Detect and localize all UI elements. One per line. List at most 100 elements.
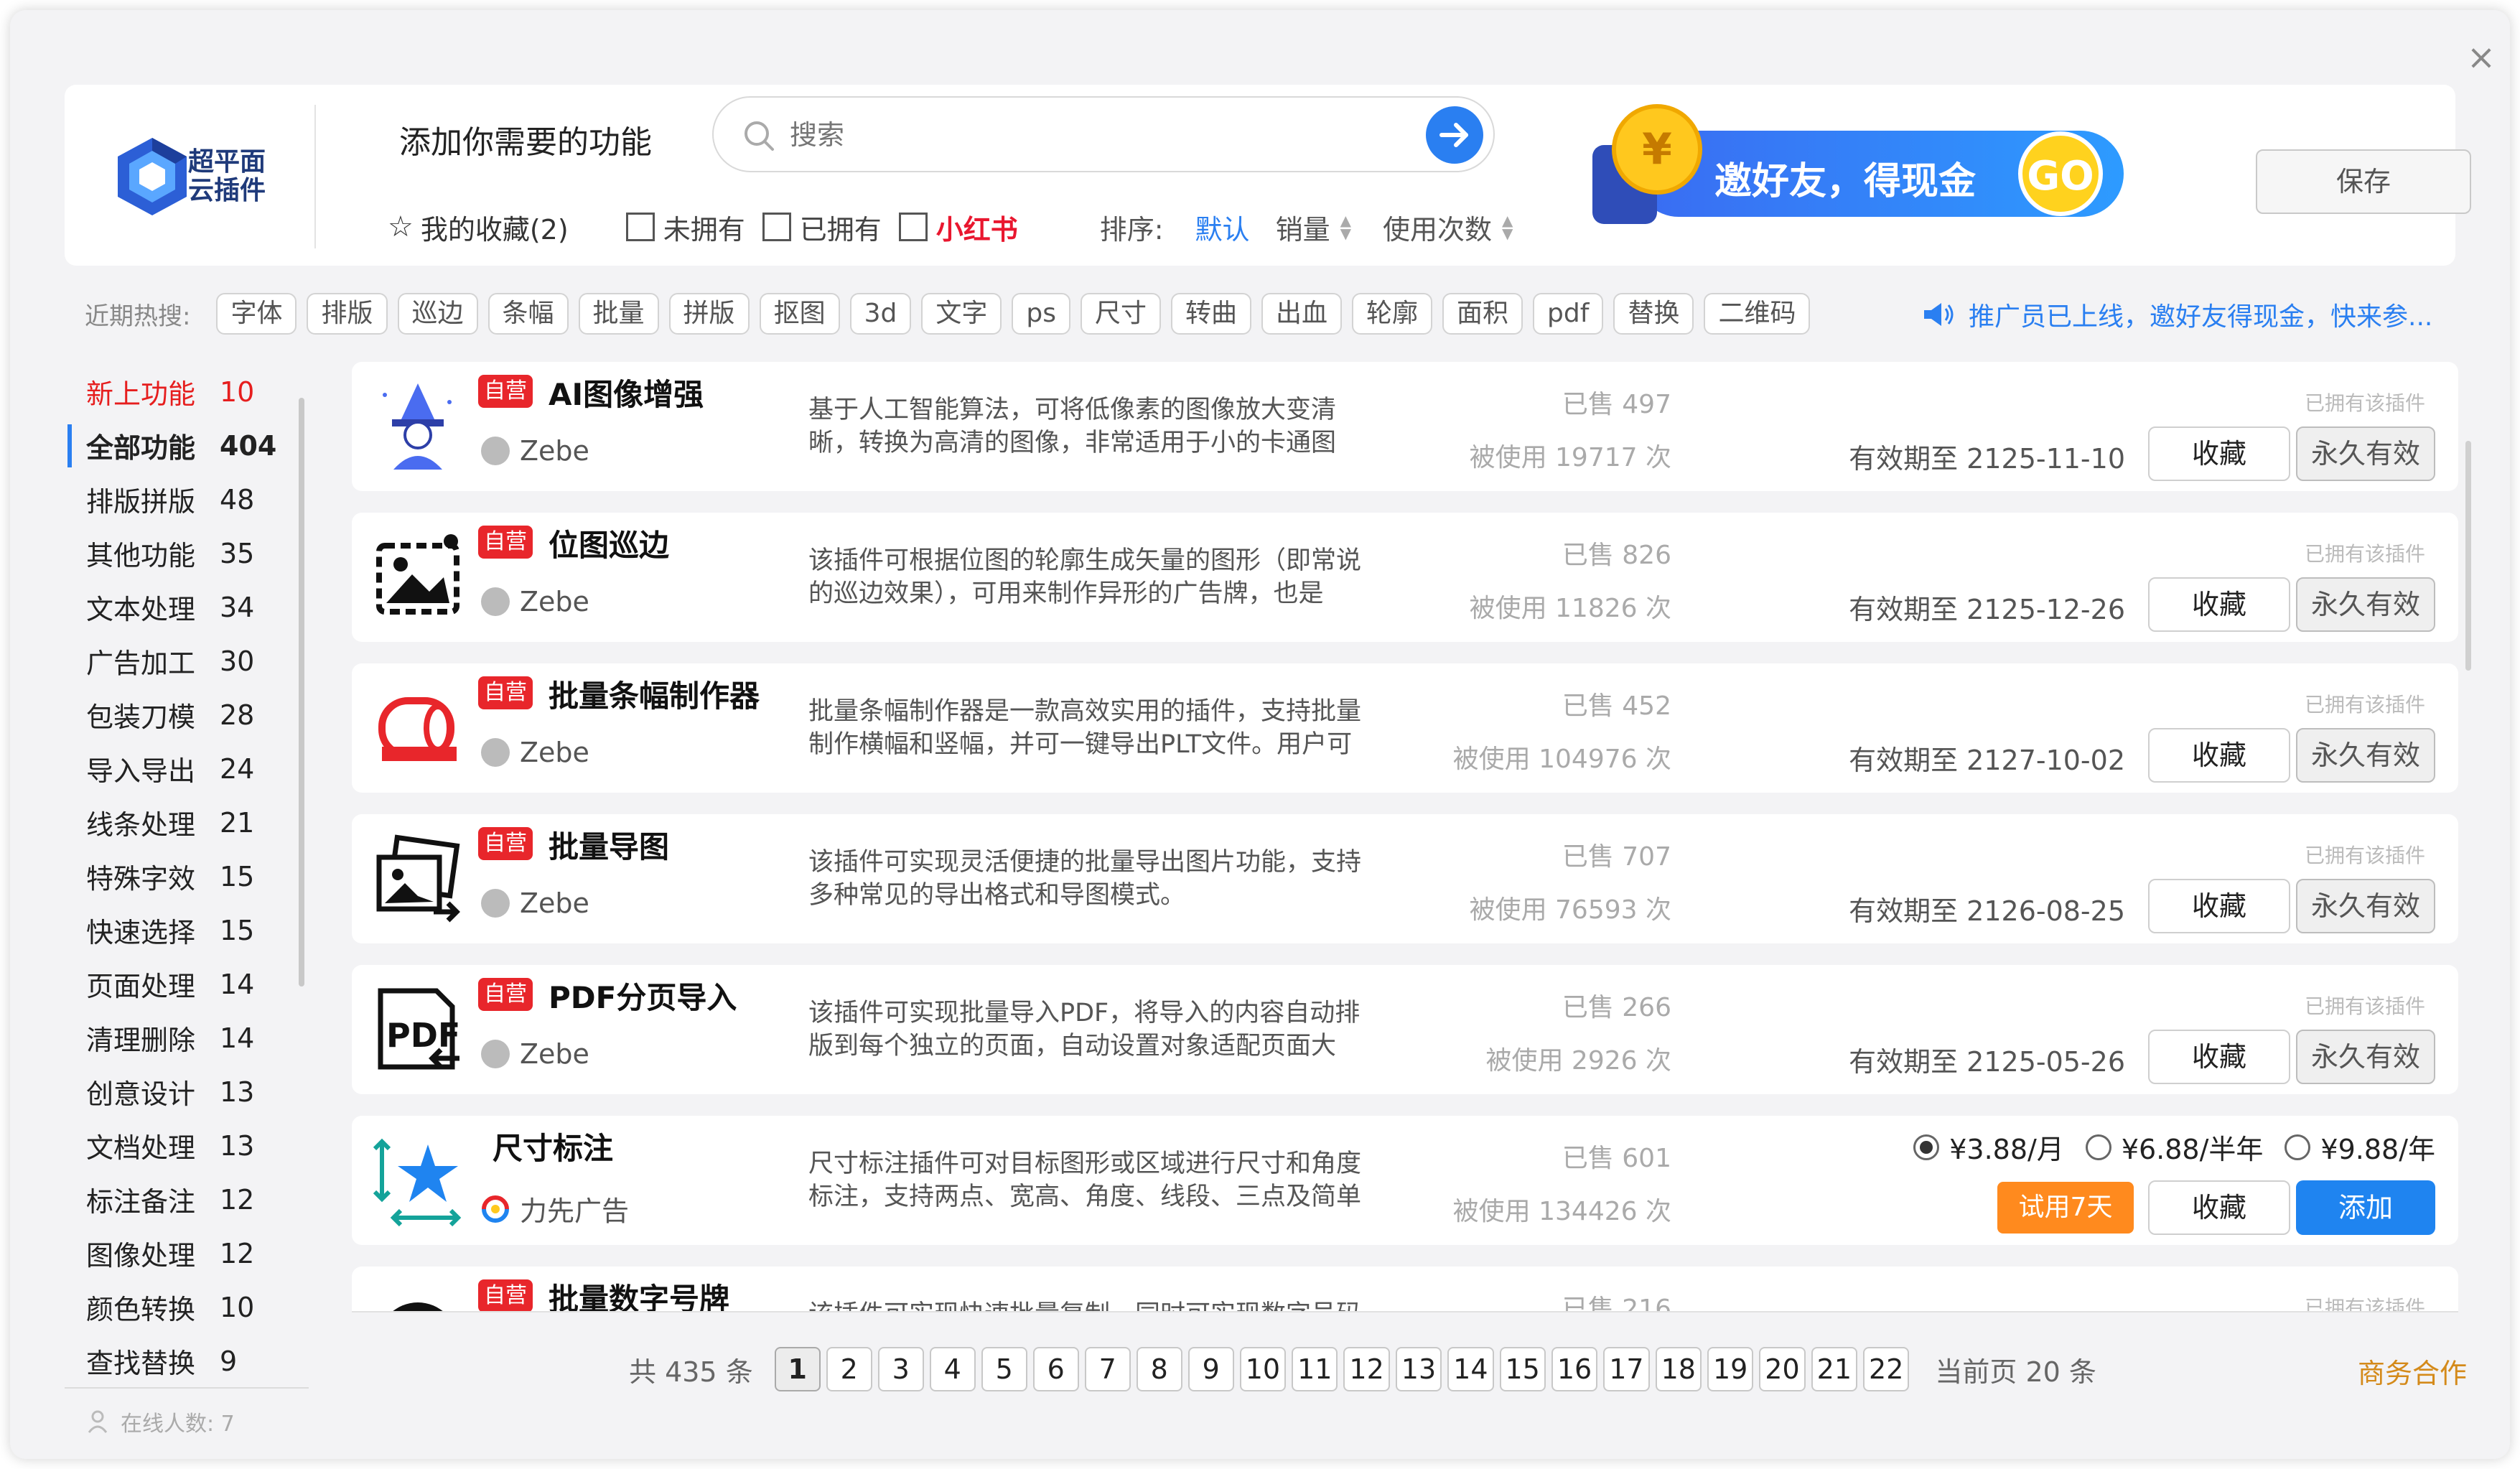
plugin-card[interactable]: 自营 位图巡边 Zebe 该插件可根据位图的轮廓生成矢量的图形（即常说的巡边效果…: [352, 513, 2458, 642]
invite-banner[interactable]: ¥ 邀好友，得现金 GO: [1578, 102, 2138, 238]
sort-default[interactable]: 默认: [1195, 207, 1250, 247]
hot-tag[interactable]: 字体: [216, 293, 297, 335]
price-option-year[interactable]: ¥9.88/年: [2285, 1127, 2435, 1167]
sidebar-item-cleanup[interactable]: 清理删除 14: [67, 1011, 312, 1065]
sidebar-item-annotation[interactable]: 标注备注 12: [67, 1172, 312, 1226]
page-button[interactable]: 21: [1811, 1347, 1858, 1391]
page-button[interactable]: 11: [1292, 1347, 1338, 1391]
favorite-button[interactable]: 收藏: [2148, 577, 2290, 632]
business-cooperation-link[interactable]: 商务合作: [2358, 1351, 2467, 1391]
page-button[interactable]: 19: [1707, 1347, 1754, 1391]
sidebar-scrollbar[interactable]: [299, 398, 304, 987]
page-button[interactable]: 8: [1136, 1347, 1182, 1391]
permanent-button[interactable]: 永久有效: [2296, 1030, 2435, 1084]
filter-xhs[interactable]: 小红书: [898, 207, 1083, 247]
search-box[interactable]: [712, 96, 1495, 172]
plugin-card[interactable]: 自营 批量条幅制作器 Zebe 批量条幅制作器是一款高效实用的插件，支持批量制作…: [352, 663, 2458, 793]
page-button[interactable]: 12: [1343, 1347, 1390, 1391]
page-button[interactable]: 18: [1655, 1347, 1702, 1391]
sidebar-item-lines[interactable]: 线条处理 21: [67, 796, 312, 849]
sidebar-item-text[interactable]: 文本处理 34: [67, 580, 312, 634]
permanent-button[interactable]: 永久有效: [2296, 728, 2435, 783]
favorite-button[interactable]: 收藏: [2148, 426, 2290, 481]
list-scrollbar[interactable]: [2465, 441, 2471, 671]
hot-tag[interactable]: 出血: [1261, 293, 1343, 335]
page-button[interactable]: 22: [1863, 1347, 1910, 1391]
filter-owned[interactable]: 已拥有: [762, 207, 882, 247]
sidebar-item-document[interactable]: 文档处理 13: [67, 1119, 312, 1172]
add-button[interactable]: 添加: [2296, 1180, 2435, 1235]
hot-tag[interactable]: 文字: [921, 293, 1002, 335]
sort-sales[interactable]: 销量 ▲ ▼: [1276, 207, 1377, 247]
hot-tag[interactable]: 批量: [578, 293, 659, 335]
sidebar-item-other[interactable]: 其他功能 35: [67, 526, 312, 580]
promo-notice[interactable]: 推广员已上线，邀好友得现金，快来参...: [1921, 296, 2432, 333]
search-input[interactable]: [790, 113, 1364, 157]
checkbox[interactable]: [898, 213, 928, 241]
page-button[interactable]: 20: [1759, 1347, 1806, 1391]
permanent-button[interactable]: 永久有效: [2296, 426, 2435, 481]
page-button[interactable]: 7: [1084, 1347, 1131, 1391]
price-option-month[interactable]: ¥3.88/月: [1913, 1127, 2064, 1167]
hot-tag[interactable]: 拼版: [668, 293, 750, 335]
checkbox[interactable]: [625, 213, 655, 241]
sidebar-item-text-effects[interactable]: 特殊字效 15: [67, 849, 312, 903]
permanent-button[interactable]: 永久有效: [2296, 879, 2435, 933]
page-button[interactable]: 9: [1187, 1347, 1234, 1391]
permanent-button[interactable]: 永久有效: [2296, 577, 2435, 632]
page-button[interactable]: 17: [1603, 1347, 1650, 1391]
sidebar-item-find-replace[interactable]: 查找替换 9: [67, 1334, 312, 1388]
hot-tag[interactable]: 排版: [307, 293, 388, 335]
hot-tag[interactable]: 尺寸: [1080, 293, 1161, 335]
sidebar-item-import-export[interactable]: 导入导出 24: [67, 742, 312, 796]
hot-tag[interactable]: 抠图: [759, 293, 840, 335]
sidebar-item-ad[interactable]: 广告加工 30: [67, 634, 312, 688]
filter-not-owned[interactable]: 未拥有: [625, 207, 745, 247]
page-button[interactable]: 2: [826, 1347, 872, 1391]
page-button[interactable]: 10: [1239, 1347, 1287, 1391]
favorite-button[interactable]: 收藏: [2148, 879, 2290, 933]
close-icon[interactable]: ×: [2465, 40, 2497, 75]
page-button[interactable]: 5: [981, 1347, 1027, 1391]
sidebar-item-packaging[interactable]: 包装刀模 28: [67, 688, 312, 742]
plugin-card[interactable]: 自营 批量导图 Zebe 该插件可实现灵活便捷的批量导出图片功能，支持多种常见的…: [352, 814, 2458, 943]
page-button[interactable]: 14: [1447, 1347, 1494, 1391]
favorite-button[interactable]: 收藏: [2148, 728, 2290, 783]
sidebar-item-quick-select[interactable]: 快速选择 15: [67, 903, 312, 957]
radio-button[interactable]: [1913, 1134, 1940, 1160]
trial-button[interactable]: 试用7天: [1997, 1182, 2134, 1234]
page-button[interactable]: 1: [774, 1347, 821, 1391]
hot-tag[interactable]: 条幅: [487, 293, 569, 335]
page-button[interactable]: 4: [929, 1347, 976, 1391]
my-favorites[interactable]: ☆ 我的收藏(2): [388, 207, 569, 247]
page-button[interactable]: 16: [1551, 1347, 1598, 1391]
page-button[interactable]: 13: [1395, 1347, 1442, 1391]
radio-button[interactable]: [2085, 1134, 2111, 1160]
page-button[interactable]: 3: [877, 1347, 924, 1391]
sort-usage[interactable]: 使用次数 ▲ ▼: [1383, 207, 1539, 247]
sidebar-item-new[interactable]: 新上功能 10: [67, 365, 312, 419]
hot-tag[interactable]: 巡边: [397, 293, 478, 335]
hot-tag[interactable]: 替换: [1613, 293, 1694, 335]
sidebar-item-layout[interactable]: 排版拼版 48: [67, 472, 312, 526]
favorite-button[interactable]: 收藏: [2148, 1180, 2290, 1235]
hot-tag[interactable]: 3d: [849, 293, 912, 335]
hot-tag[interactable]: 面积: [1442, 293, 1523, 335]
plugin-card[interactable]: 自营 批量数字号牌 该插件可实现快速批量复制，同时可实现数字号码 已售 216 …: [352, 1267, 2458, 1311]
hot-tag[interactable]: ps: [1012, 293, 1070, 335]
hot-tag[interactable]: 转曲: [1170, 293, 1251, 335]
favorite-button[interactable]: 收藏: [2148, 1030, 2290, 1084]
price-option-half-year[interactable]: ¥6.88/半年: [2085, 1127, 2263, 1167]
plugin-card[interactable]: 自营 AI图像增强 Zebe 基于人工智能算法，可将低像素的图像放大变清晰，转换…: [352, 362, 2458, 491]
sidebar-item-image[interactable]: 图像处理 12: [67, 1226, 312, 1280]
checkbox[interactable]: [762, 213, 791, 241]
save-button[interactable]: 保存: [2256, 149, 2471, 214]
hot-tag[interactable]: pdf: [1533, 293, 1604, 335]
plugin-card[interactable]: PDF 自营 PDF分页导入 Zebe 该插件可实现批量导入PDF，将导入的内容…: [352, 965, 2458, 1094]
sidebar-item-page[interactable]: 页面处理 14: [67, 957, 312, 1011]
sidebar-item-creative[interactable]: 创意设计 13: [67, 1065, 312, 1119]
radio-button[interactable]: [2285, 1134, 2311, 1160]
hot-tag[interactable]: 轮廓: [1352, 293, 1433, 335]
hot-tag[interactable]: 二维码: [1704, 293, 1811, 335]
search-submit-button[interactable]: [1426, 106, 1483, 164]
